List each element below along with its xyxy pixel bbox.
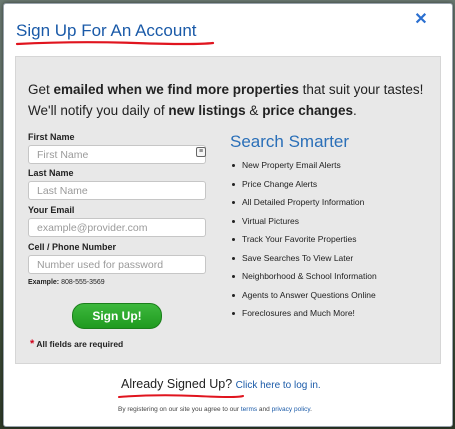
- already-underline-decoration: [118, 394, 244, 398]
- required-note: * All fields are required: [30, 338, 123, 350]
- privacy-policy-link[interactable]: privacy policy: [272, 406, 311, 413]
- feature-item: New Property Email Alerts: [230, 159, 377, 178]
- feature-item: Save Searches To View Later: [230, 252, 377, 271]
- example-label: Example:: [28, 279, 60, 286]
- phone-label: Cell / Phone Number: [28, 242, 117, 252]
- feature-item: All Detailed Property Information: [230, 196, 377, 215]
- phone-example: Example: 808-555-3569: [28, 279, 105, 286]
- first-name-label: First Name: [28, 132, 75, 142]
- feature-item: Virtual Pictures: [230, 215, 377, 234]
- close-icon[interactable]: ✕: [412, 11, 430, 29]
- last-name-label: Last Name: [28, 168, 74, 178]
- login-link[interactable]: Click here to log in.: [236, 380, 321, 391]
- sign-up-button[interactable]: Sign Up!: [72, 303, 162, 329]
- feature-item: Agents to Answer Questions Online: [230, 289, 377, 308]
- terms-link[interactable]: terms: [241, 406, 257, 413]
- first-name-field[interactable]: [28, 145, 206, 164]
- legal-part: By registering on our site you agree to …: [118, 406, 241, 413]
- title-underline-decoration: [15, 41, 215, 46]
- feature-item: Neighborhood & School Information: [230, 270, 377, 289]
- already-signed-up: Already Signed Up? Click here to log in.: [121, 377, 321, 391]
- intro-part: .: [352, 103, 357, 118]
- legal-part: and: [257, 406, 272, 413]
- last-name-field[interactable]: [28, 181, 206, 200]
- intro-part: &: [245, 103, 263, 118]
- legal-text: By registering on our site you agree to …: [118, 406, 312, 413]
- intro-bold: new listings: [168, 103, 246, 118]
- signup-panel: Get emailed when we find more properties…: [15, 56, 441, 364]
- feature-item: Track Your Favorite Properties: [230, 233, 377, 252]
- intro-part: Get: [28, 82, 54, 97]
- feature-list: New Property Email Alerts Price Change A…: [230, 159, 377, 326]
- modal-title: Sign Up For An Account: [16, 21, 197, 40]
- search-smarter-title: Search Smarter: [230, 132, 350, 151]
- phone-field[interactable]: [28, 255, 206, 274]
- example-value: 808-555-3569: [61, 279, 105, 286]
- contact-card-icon[interactable]: ≡: [196, 147, 206, 157]
- intro-bold: price changes: [262, 103, 353, 118]
- email-field[interactable]: [28, 218, 206, 237]
- legal-part: .: [310, 406, 312, 413]
- email-label: Your Email: [28, 205, 75, 215]
- intro-text: Get emailed when we find more properties…: [28, 79, 438, 121]
- intro-bold: emailed when we find more properties: [53, 82, 299, 97]
- signup-modal: Sign Up For An Account ✕ Get emailed whe…: [3, 3, 453, 427]
- feature-item: Price Change Alerts: [230, 178, 377, 197]
- already-text: Already Signed Up?: [121, 377, 233, 391]
- required-text: All fields are required: [36, 339, 124, 349]
- feature-item: Foreclosures and Much More!: [230, 307, 377, 326]
- required-star: *: [30, 338, 35, 350]
